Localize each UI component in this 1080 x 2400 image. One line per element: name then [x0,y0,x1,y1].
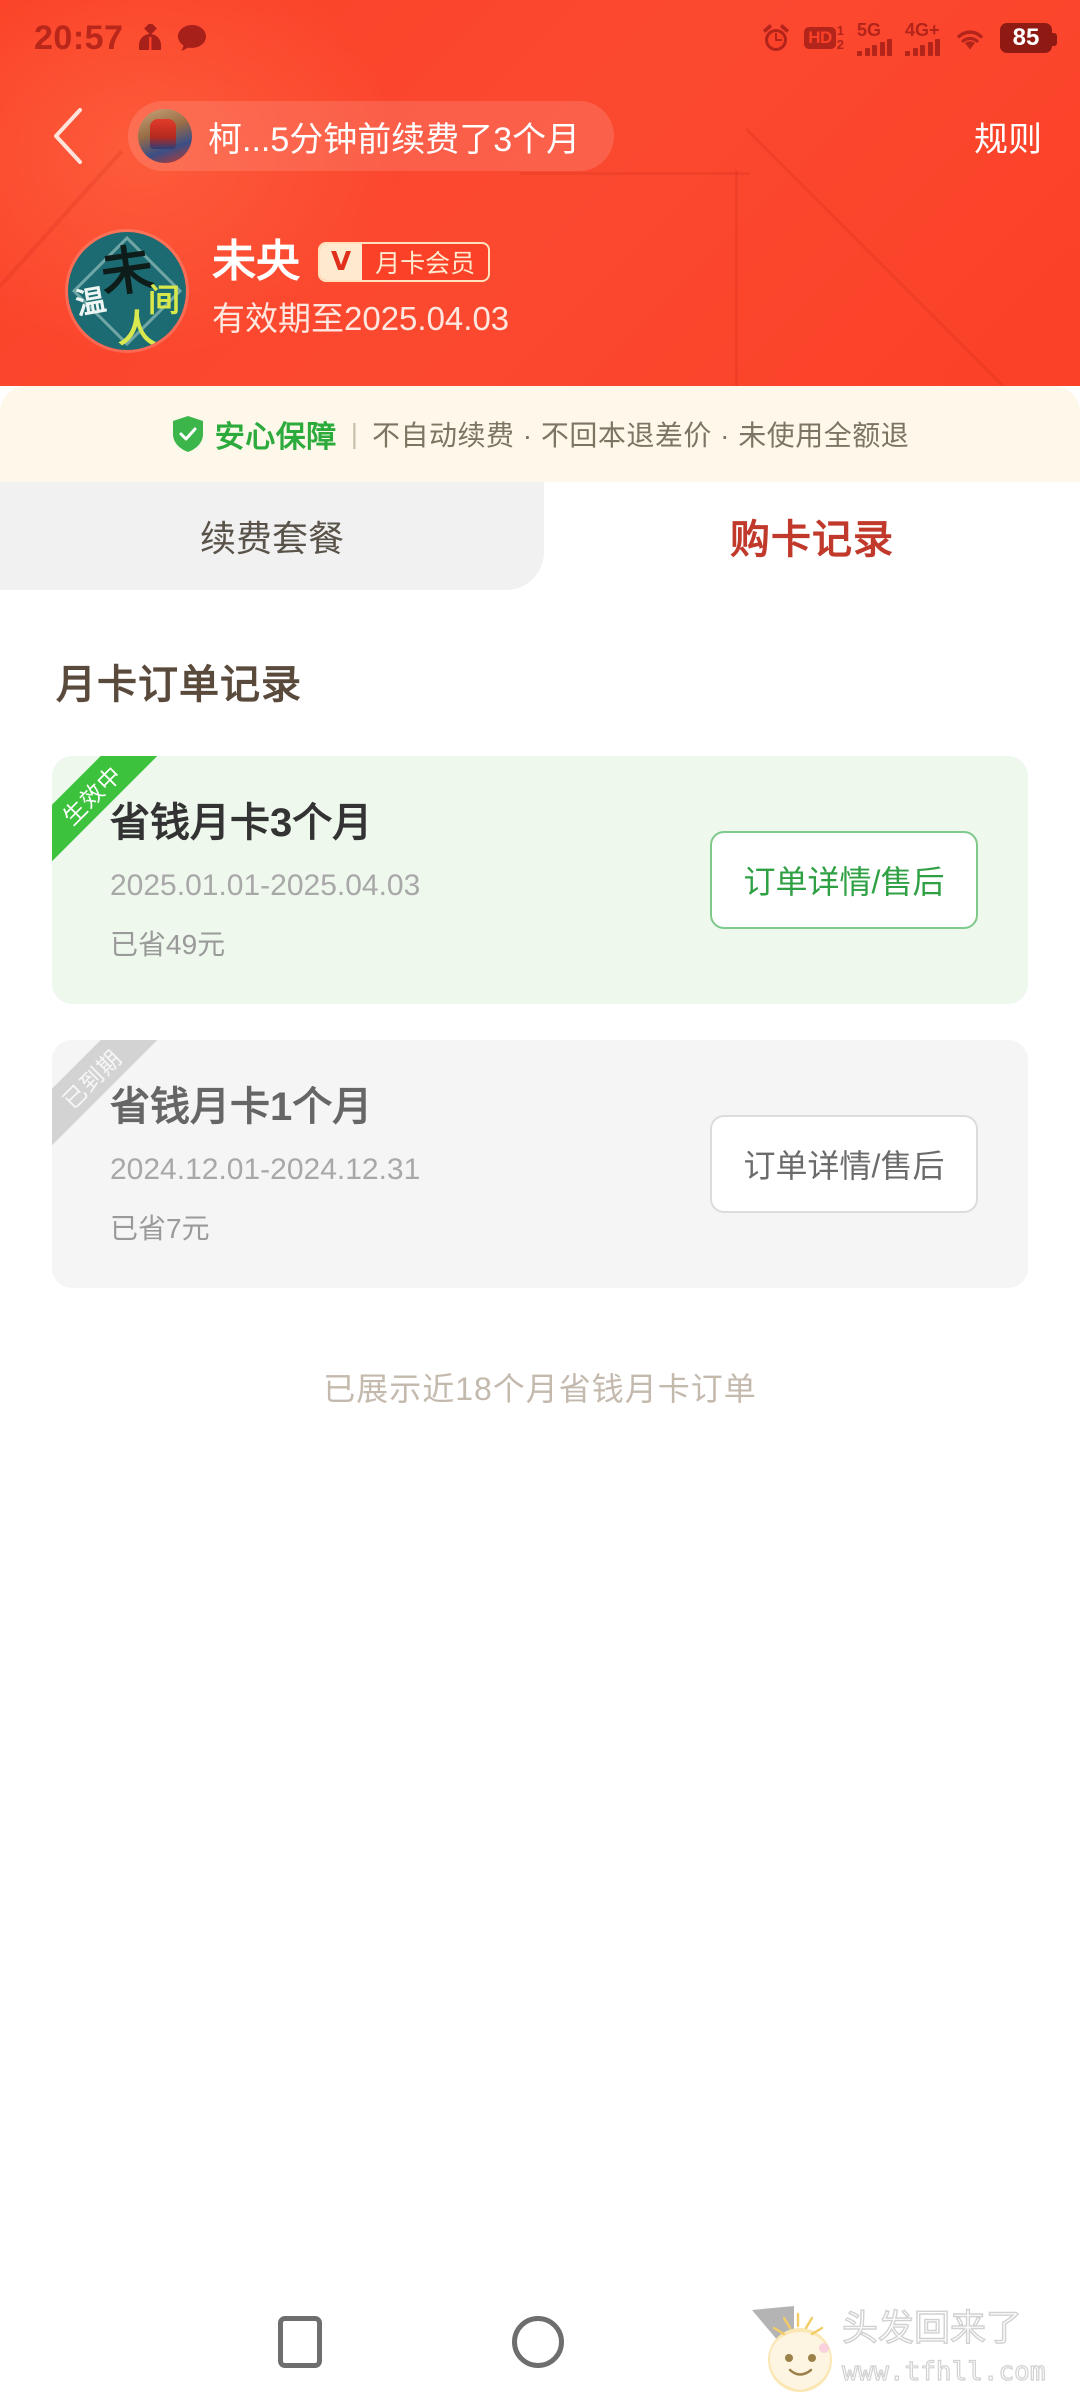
tab-renewal-packages-label: 续费套餐 [199,518,344,559]
guarantee-separator: | [350,418,358,449]
marquee-notice[interactable]: 柯...5分钟前续费了3个月 [128,101,615,171]
tab-purchase-records[interactable]: 购卡记录 [544,482,1080,590]
user-avatar-icon [138,109,192,163]
profile-avatar-icon[interactable]: 未 温 间 人 [68,232,186,350]
order-savings: 已省7元 [110,1213,210,1244]
alarm-icon [763,24,790,51]
signal-bars-1 [857,38,892,56]
order-card-body: 省钱月卡3个月 2025.01.01-2025.04.03 已省49元 [52,801,710,959]
order-detail-button-label: 订单详情/售后 [743,864,945,900]
order-date-range: 2025.01.01-2025.04.03 [110,869,421,902]
guarantee-title: 安心保障 [214,421,337,454]
avatar-char-bottom: 人 [118,306,157,350]
tab-purchase-records-label: 购卡记录 [730,518,894,562]
marquee-text: 柯...5分钟前续费了3个月 [208,120,581,159]
watermark-title: 头发回来了 [842,2308,1022,2349]
order-detail-button-label: 订单详情/售后 [743,1148,945,1184]
profile-block: 未 温 间 人 未央 V 月卡会员 有效期至2025.04.03 [68,232,509,350]
page-title: 月卡订单记录 [56,663,302,707]
watermark-url: www.tfhll.com [842,2357,1046,2387]
signal-bars-2 [905,38,940,56]
network-type-2: 4G+ [905,19,940,40]
status-bar-left: 20:57 [34,19,207,58]
signal-5g-icon: 5G [857,21,892,56]
order-card[interactable]: 生效中 省钱月卡3个月 2025.01.01-2025.04.03 已省49元 … [52,756,1028,1004]
top-navigation: 柯...5分钟前续费了3个月 规则 [0,88,1080,184]
chevron-left-icon [54,108,82,164]
order-date-range: 2024.12.01-2024.12.31 [110,1153,421,1186]
rules-link[interactable]: 规则 [974,112,1050,161]
header-vertical-line [735,170,738,386]
hd-label: HD [804,27,836,49]
profile-info: 未央 V 月卡会员 有效期至2025.04.03 [212,232,510,337]
circle-home-icon[interactable] [512,2316,564,2368]
message-bubble-icon [178,25,207,51]
vip-mark: V [320,244,363,280]
main-content: 月卡订单记录 生效中 省钱月卡3个月 2025.01.01-2025.04.03… [0,590,1080,2400]
sim-2-label: 2 [836,37,844,52]
signal-4g-plus-icon: 4G+ [905,21,940,56]
back-button[interactable] [30,99,104,173]
shield-check-icon [172,416,203,452]
square-recents-icon[interactable] [278,2316,322,2368]
page-header: 20:57 HD 1 2 5G 4G+ 85 柯...5分钟前续费了3个月 规则… [0,0,1080,386]
order-title: 省钱月卡3个月 [110,801,373,845]
network-type-1: 5G [857,19,882,40]
tab-renewal-packages[interactable]: 续费套餐 [0,482,544,590]
order-card[interactable]: 已到期 省钱月卡1个月 2024.12.01-2024.12.31 已省7元 订… [52,1040,1028,1288]
order-detail-button[interactable]: 订单详情/售后 [710,831,978,929]
list-footer-note: 已展示近18个月省钱月卡订单 [323,1371,757,1407]
guarantee-banner: 安心保障 | 不自动续费 · 不回本退差价 · 未使用全额退 [0,386,1080,482]
status-bar-right: HD 1 2 5G 4G+ 85 [761,21,1057,56]
tab-bar: 续费套餐 购卡记录 [0,482,1080,590]
order-card-body: 省钱月卡1个月 2024.12.01-2024.12.31 已省7元 [52,1085,710,1243]
guarantee-details: 不自动续费 · 不回本退差价 · 未使用全额退 [372,420,910,451]
membership-expiry: 有效期至2025.04.03 [212,300,510,337]
watermark: 头发回来了 www.tfhll.com [752,2306,1046,2392]
order-savings: 已省49元 [110,929,226,960]
vip-label: 月卡会员 [375,250,476,278]
system-navigation-bar: 头发回来了 www.tfhll.com [0,2280,1080,2400]
avatar-char-left: 温 [73,282,109,323]
order-title: 省钱月卡1个月 [110,1085,373,1129]
status-bar: 20:57 HD 1 2 5G 4G+ 85 [0,0,1080,76]
status-time: 20:57 [34,18,124,57]
battery-icon: 85 [1000,22,1057,54]
order-detail-button[interactable]: 订单详情/售后 [710,1115,978,1213]
battery-level: 85 [1012,23,1040,51]
vip-badge: V 月卡会员 [318,242,491,282]
wifi-icon [957,30,983,50]
username: 未央 [212,237,300,286]
contact-notification-icon [139,24,162,50]
app-screen: 20:57 HD 1 2 5G 4G+ 85 柯...5分钟前续费了3个月 规则… [0,0,1080,2400]
sim-1-label: 1 [836,23,844,39]
hd-dual-sim-icon: HD 1 2 [804,24,844,51]
